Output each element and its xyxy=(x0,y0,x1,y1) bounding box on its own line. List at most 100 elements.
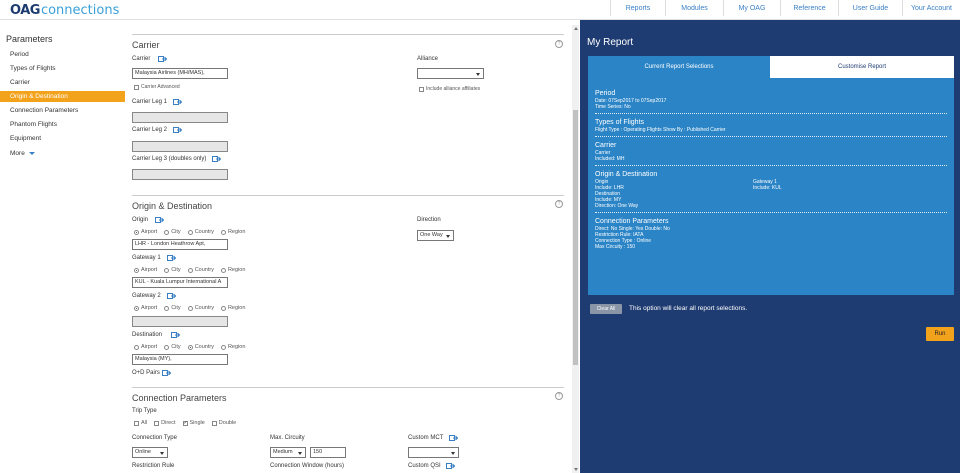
nav-modules[interactable]: Modules xyxy=(665,0,723,16)
destination-selector-icon[interactable] xyxy=(171,332,180,338)
gateway2-input[interactable] xyxy=(132,316,228,327)
carrier-advanced-checkbox[interactable] xyxy=(134,84,139,90)
destination-input[interactable]: Malaysia (MY), xyxy=(132,354,228,365)
trip-all-checkbox[interactable]: All xyxy=(134,420,147,426)
radio-button[interactable] xyxy=(134,344,139,350)
max-circuity-input[interactable]: 150 xyxy=(310,447,346,458)
nav-my-oag[interactable]: My OAG xyxy=(723,0,780,16)
connection-type-select[interactable]: Online xyxy=(132,447,168,458)
gateway1-radio-region[interactable]: Region xyxy=(220,267,245,273)
gateway2-radio-country[interactable]: Country xyxy=(187,305,214,311)
radio-button[interactable] xyxy=(164,344,170,350)
custom-qsi-selector-icon[interactable] xyxy=(446,463,455,469)
gateway2-radio-airport[interactable]: Airport xyxy=(134,305,157,311)
scroll-thumb[interactable] xyxy=(573,110,578,365)
gateway1-radio-city[interactable]: City xyxy=(164,267,181,273)
max-circuity-select[interactable]: Medium xyxy=(270,447,306,458)
oag-connections-logo[interactable]: OAG connections xyxy=(10,2,119,18)
gateway1-selector-icon[interactable] xyxy=(167,255,176,261)
destination-radio-city[interactable]: City xyxy=(164,344,181,350)
include-affiliates-checkbox[interactable] xyxy=(419,86,424,92)
gateway1-radio-airport[interactable]: Airport xyxy=(134,267,157,273)
trip-direct-checkbox[interactable]: Direct xyxy=(154,420,176,426)
radio-button[interactable] xyxy=(220,267,226,273)
trip-double-checkbox[interactable]: Double xyxy=(211,420,236,426)
destination-radio-region[interactable]: Region xyxy=(220,344,245,350)
radio-button[interactable] xyxy=(134,229,139,235)
sidebar-item-equipment[interactable]: Equipment xyxy=(0,133,125,144)
scroll-up-arrow-icon[interactable] xyxy=(573,27,578,30)
checkbox[interactable] xyxy=(211,420,217,426)
sidebar-item-connection-parameters[interactable]: Connection Parameters xyxy=(0,105,125,116)
radio-label: City xyxy=(171,344,181,350)
checkbox-label: Direct xyxy=(161,420,176,426)
origin-radio-airport[interactable]: Airport xyxy=(134,229,157,235)
carrier-input[interactable]: Malaysia Airlines (MH/MAS), xyxy=(132,68,228,79)
radio-button[interactable] xyxy=(164,305,170,311)
radio-button[interactable] xyxy=(220,229,226,235)
od-help-icon[interactable]: ? xyxy=(555,200,563,208)
gateway1-input[interactable]: KUL - Kuala Lumpur International A xyxy=(132,277,228,288)
sidebar-item-origin-destination[interactable]: Origin & Destination xyxy=(0,91,125,102)
checkbox[interactable] xyxy=(182,420,188,426)
nav-user-guide[interactable]: User Guide xyxy=(838,0,902,16)
gateway1-radio-country[interactable]: Country xyxy=(187,267,214,273)
radio-button[interactable] xyxy=(134,305,139,311)
tab-current-report-selections[interactable]: Current Report Selections xyxy=(588,56,770,78)
origin-radio-region[interactable]: Region xyxy=(220,229,246,235)
tab-customise-report[interactable]: Customise Report xyxy=(770,56,954,78)
radio-button[interactable] xyxy=(187,229,193,235)
od-pairs-selector-icon[interactable] xyxy=(162,370,171,376)
alliance-select[interactable] xyxy=(417,68,484,79)
destination-radio-country[interactable]: Country xyxy=(187,344,214,350)
custom-mct-selector-icon[interactable] xyxy=(449,435,458,441)
sidebar-item-period[interactable]: Period xyxy=(0,49,125,60)
checkbox[interactable] xyxy=(154,420,160,426)
carrier-selector-icon[interactable] xyxy=(158,56,167,62)
clear-all-button[interactable]: Clear All xyxy=(590,304,622,314)
origin-radio-country[interactable]: Country xyxy=(187,229,214,235)
nav-reports[interactable]: Reports xyxy=(610,0,665,16)
custom-mct-select[interactable] xyxy=(408,447,459,458)
trip-single-checkbox[interactable]: Single xyxy=(182,420,205,426)
gateway2-radio-region[interactable]: Region xyxy=(220,305,245,311)
scroll-down-arrow-icon[interactable] xyxy=(573,468,578,471)
radio-button[interactable] xyxy=(220,305,226,311)
gateway2-selector-icon[interactable] xyxy=(167,293,176,299)
origin-selector-icon[interactable] xyxy=(155,217,164,223)
gateway2-radio-city[interactable]: City xyxy=(164,305,181,311)
radio-label: Airport xyxy=(141,344,158,350)
origin-radio-city[interactable]: City xyxy=(164,229,181,235)
radio-button[interactable] xyxy=(187,344,193,350)
destination-radio-airport[interactable]: Airport xyxy=(134,344,157,350)
carrier-leg2-input[interactable] xyxy=(132,141,228,152)
sidebar-item-phantom-flights[interactable]: Phantom Flights xyxy=(0,119,125,130)
carrier-leg3-input[interactable] xyxy=(132,169,228,180)
radio-button[interactable] xyxy=(134,267,139,273)
carrier-leg3-selector-icon[interactable] xyxy=(212,156,221,162)
carrier-leg2-selector-icon[interactable] xyxy=(173,127,182,133)
nav-reference[interactable]: Reference xyxy=(780,0,838,16)
form-scrollbar[interactable] xyxy=(572,25,579,473)
sidebar-item-carrier[interactable]: Carrier xyxy=(0,77,125,88)
carrier-leg1-selector-icon[interactable] xyxy=(173,99,182,105)
direction-select[interactable]: One Way xyxy=(417,230,454,241)
nav-your-account[interactable]: Your Account xyxy=(902,0,960,16)
radio-button[interactable] xyxy=(164,267,170,273)
direction-label: Direction xyxy=(417,217,441,223)
checkbox[interactable] xyxy=(134,420,139,426)
carrier-advanced-label: Carrier Advanced xyxy=(141,84,180,90)
summary-od-right: Gateway 1 Include: KUL xyxy=(753,179,782,209)
radio-button[interactable] xyxy=(220,344,226,350)
conn-help-icon[interactable]: ? xyxy=(555,392,563,400)
radio-label: Region xyxy=(227,229,246,235)
radio-button[interactable] xyxy=(187,305,193,311)
radio-button[interactable] xyxy=(164,229,170,235)
carrier-leg1-input[interactable] xyxy=(132,112,228,123)
run-button[interactable]: Run xyxy=(926,327,954,341)
sidebar-item-types-of-flights[interactable]: Types of Flights xyxy=(0,63,125,74)
origin-input[interactable]: LHR - London Heathrow Apt, xyxy=(132,239,228,250)
sidebar-item-more[interactable]: More xyxy=(0,148,125,159)
radio-button[interactable] xyxy=(187,267,193,273)
carrier-help-icon[interactable]: ? xyxy=(555,40,563,48)
